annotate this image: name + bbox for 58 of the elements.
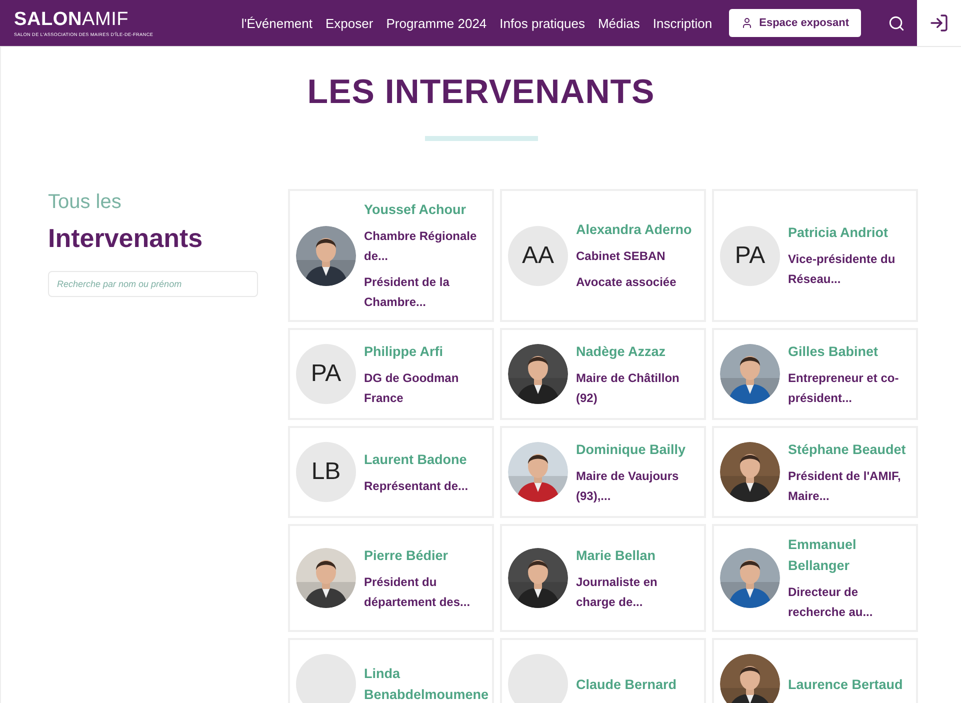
- speaker-role: Chambre Régionale de...: [364, 228, 478, 265]
- speaker-card[interactable]: Youssef Achour Chambre Régionale de... Président de la Chambre...: [288, 189, 494, 322]
- speaker-name: Alexandra Aderno: [576, 221, 692, 239]
- logo-accent[interactable]: AMIF: [82, 9, 129, 31]
- speaker-name: Stéphane Beaudet: [788, 440, 907, 459]
- speaker-role: Président du département des...: [364, 574, 472, 610]
- speaker-role: Maire de Vaujours (93),...: [576, 468, 680, 504]
- speaker-name: Linda Benabdelmoumene: [364, 665, 486, 703]
- initials-avatar: LB: [296, 442, 356, 502]
- speaker-card[interactable]: Pierre Bédier Président du département des...: [288, 524, 494, 632]
- speaker-name: Emmanuel Bellanger: [788, 536, 858, 575]
- speaker-name: Dominique Bailly: [576, 440, 687, 459]
- speaker-card[interactable]: Gilles Babinet Entrepreneur et co-président...: [712, 328, 918, 420]
- speaker-card[interactable]: PA Patricia Andriot Vice-présidente du Réseau...: [712, 189, 918, 322]
- speaker-card[interactable]: AA Alexandra Aderno Cabinet SEBAN Avocate associée: [500, 189, 706, 322]
- speaker-name: Laurent Badone: [364, 450, 468, 468]
- speaker-role: Entrepreneur et co-président...: [788, 370, 900, 406]
- sidebar-heading: Intervenants: [48, 223, 204, 254]
- account-button[interactable]: Espace exposant: [729, 9, 861, 37]
- speaker-role: Directeur de recherche au...: [788, 584, 874, 621]
- page-title: LES INTERVENANTS: [306, 73, 656, 112]
- speaker-role: Avocate associée: [576, 274, 678, 291]
- speaker-name: Philippe Arfi: [364, 342, 444, 361]
- speaker-card[interactable]: Marie Bellan Journaliste en charge de...: [500, 524, 706, 632]
- speaker-name: Gilles Babinet: [788, 342, 880, 360]
- nav-link[interactable]: Exposer: [326, 16, 374, 30]
- nav-link[interactable]: l'Événement: [241, 16, 313, 30]
- speaker-name: Patricia Andriot: [788, 224, 890, 242]
- speaker-role: Président de la Chambre...: [364, 274, 450, 311]
- speaker-role: DG de Goodman France: [364, 370, 460, 406]
- speaker-name: Nadège Azzaz: [576, 342, 667, 361]
- nav-link[interactable]: Inscription: [652, 16, 712, 30]
- speaker-role: Représentant de...: [364, 478, 468, 494]
- initials-avatar: PA: [296, 344, 356, 404]
- speaker-role: Vice-présidente du Réseau...: [788, 251, 896, 288]
- speaker-role: Cabinet SEBAN: [576, 248, 666, 265]
- speaker-name: Claude Bernard: [576, 676, 677, 694]
- nav-link[interactable]: Programme 2024: [386, 16, 487, 30]
- initials-avatar: AA: [508, 226, 568, 286]
- speaker-card[interactable]: Nadège Azzaz Maire de Châtillon (92): [500, 328, 706, 420]
- search-field[interactable]: Recherche par nom ou prénom: [48, 271, 258, 297]
- speaker-name: Laurence Bertaud: [788, 676, 903, 694]
- nav-link[interactable]: Médias: [598, 16, 640, 30]
- speaker-card[interactable]: LB Laurent Badone Représentant de...: [288, 426, 494, 518]
- speaker-card[interactable]: Stéphane Beaudet Président de l'AMIF, Maire...: [712, 426, 918, 518]
- speaker-name: Pierre Bédier: [364, 546, 450, 564]
- nav-link[interactable]: Infos pratiques: [500, 16, 585, 30]
- logo-text[interactable]: SALON: [14, 9, 82, 31]
- speaker-card[interactable]: PA Philippe Arfi DG de Goodman France: [288, 328, 494, 420]
- speaker-card[interactable]: Dominique Bailly Maire de Vaujours (93),...: [500, 426, 706, 518]
- speaker-role: Président de l'AMIF, Maire...: [788, 468, 902, 504]
- speaker-card[interactable]: Emmanuel Bellanger Directeur de recherche au...: [712, 524, 918, 632]
- speaker-name: Youssef Achour: [364, 201, 468, 219]
- speaker-role: Journaliste en charge de...: [576, 574, 658, 610]
- sidebar-kicker: Tous les: [48, 191, 122, 214]
- initials-avatar: PA: [720, 226, 780, 286]
- speaker-role: Maire de Châtillon (92): [576, 370, 680, 406]
- speaker-name: Marie Bellan: [576, 546, 657, 564]
